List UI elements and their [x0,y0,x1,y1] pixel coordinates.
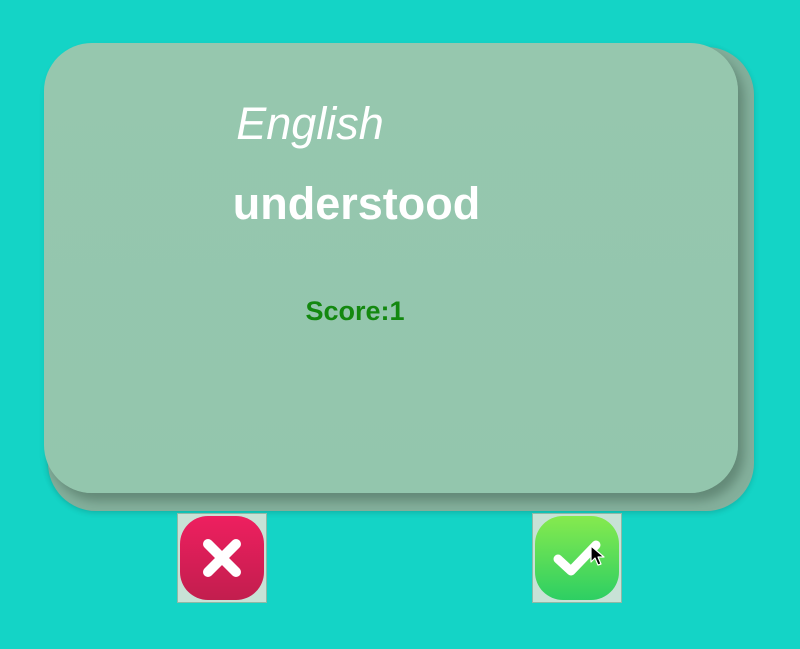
flashcard-word: understood [232,178,481,229]
checkmark-icon [553,540,601,576]
reject-button[interactable] [177,513,267,603]
score-label: Score:1 [305,296,405,326]
language-label: English [236,98,384,149]
reject-button-face [180,516,264,600]
accept-button-face [535,516,619,600]
accept-button[interactable] [532,513,622,603]
close-icon [203,539,241,577]
